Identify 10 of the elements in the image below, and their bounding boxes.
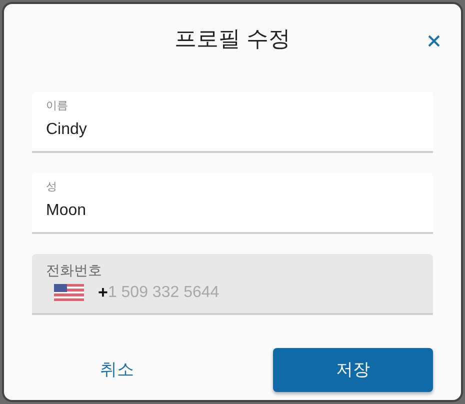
plus-sign: +: [98, 282, 108, 304]
save-button[interactable]: 저장: [273, 348, 433, 392]
input-field[interactable]: Moon: [46, 199, 104, 223]
field-label: 성: [46, 180, 58, 195]
field-label: 이름: [46, 99, 69, 114]
close-icon: [427, 34, 441, 48]
input-field[interactable]: Cindy: [46, 118, 114, 142]
dialog-title: 프로필 수정: [173, 25, 292, 53]
cancel-button[interactable]: 취소: [32, 348, 202, 392]
field-label: 전화번호: [46, 261, 103, 280]
